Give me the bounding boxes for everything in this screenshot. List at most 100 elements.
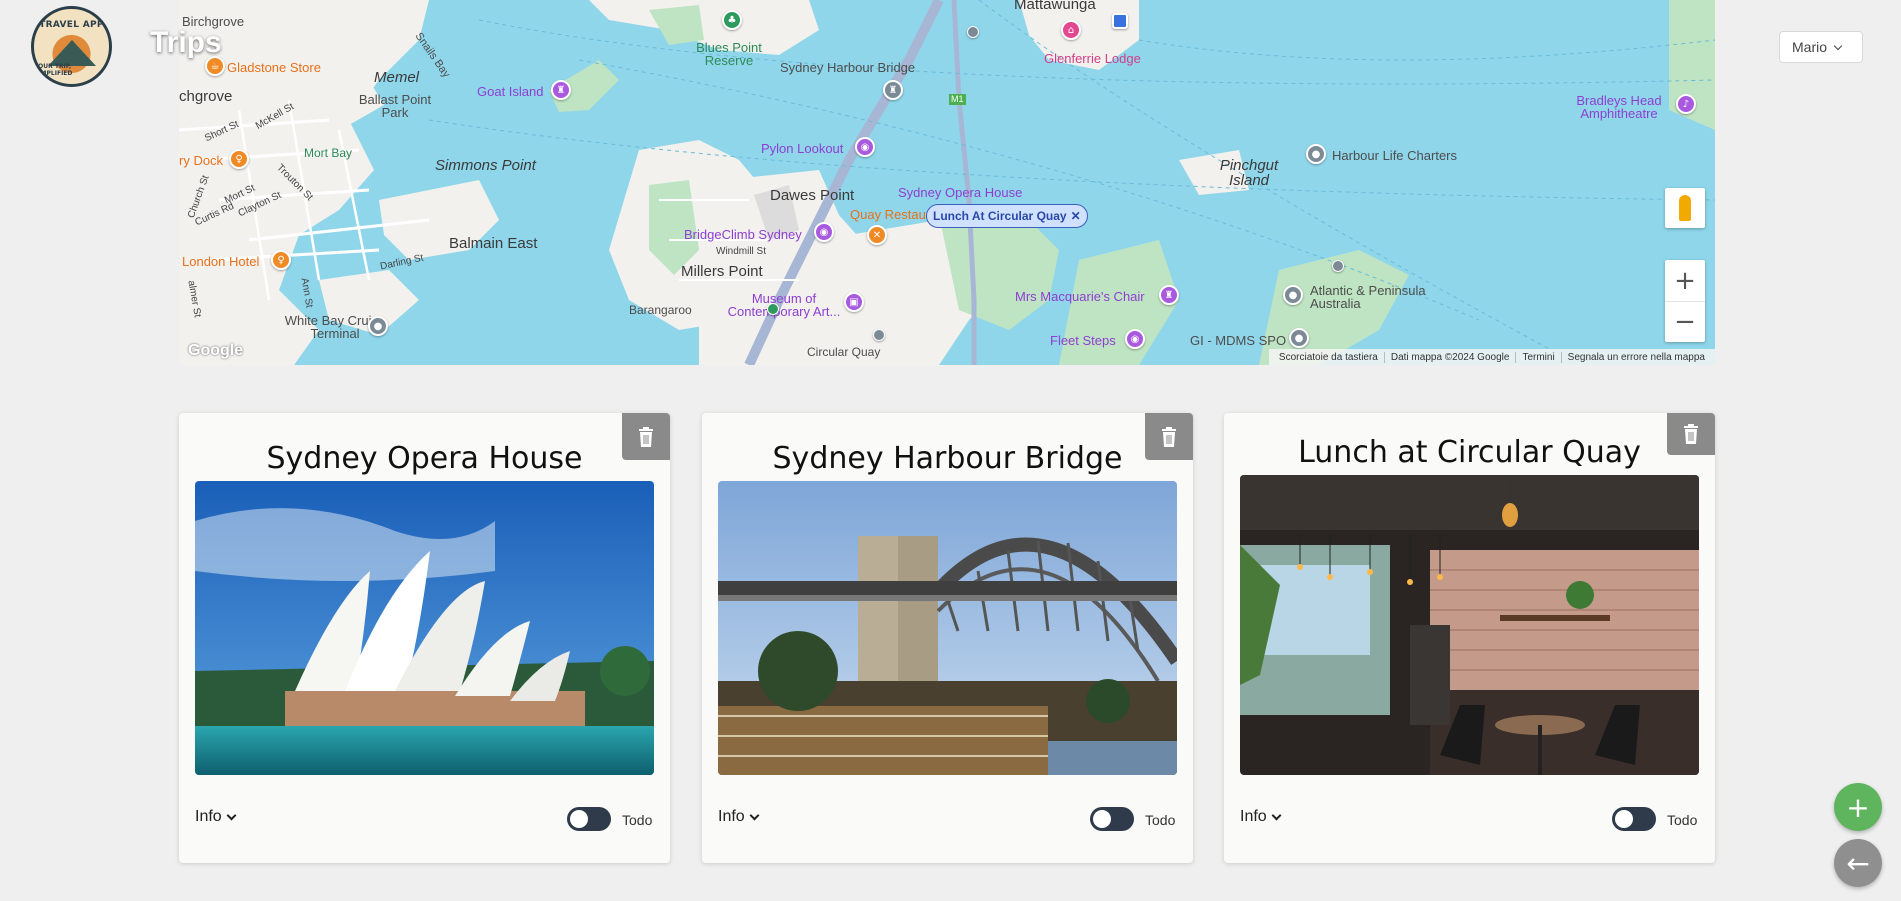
dry-dock-pin-icon[interactable]: ♀ [229,149,249,169]
label-opera-house[interactable]: Sydney Opera House [898,186,1022,199]
page-title: Trips [150,26,222,59]
label-bradleys-head[interactable]: Bradleys Head Amphitheatre [1564,94,1674,120]
app-logo[interactable]: TRAVEL APP YOUR TRIP, SIMPLIFIED [31,6,112,87]
road-badge-m1: M1 [949,94,966,105]
label-museum[interactable]: Museum of Contemporary Art... [719,292,849,318]
trip-card: Sydney Opera House Info Todo [179,413,670,863]
label-gladstone-store[interactable]: Gladstone Store [227,61,321,74]
mrs-macquarie-pin-icon[interactable]: ♜ [1159,285,1179,305]
attrib-shortcuts[interactable]: Scorciatoie da tastiera [1273,351,1385,363]
card-title: Lunch at Circular Quay [1298,435,1641,470]
label-mort-bay: Mort Bay [304,146,353,160]
card-title: Sydney Opera House [266,441,583,476]
white-bay-pin-icon[interactable]: ● [368,316,388,336]
card-photo [718,481,1177,775]
fleet-steps-pin-icon[interactable]: ◉ [1125,329,1145,349]
label-memel: Memel [374,69,420,86]
info-toggle[interactable]: Info [195,808,237,826]
label-fleet-steps[interactable]: Fleet Steps [1050,334,1116,347]
attrib-report-error[interactable]: Segnala un errore nella mappa [1562,352,1711,363]
ferry-stop-icon[interactable] [1332,260,1344,272]
trash-icon [1162,426,1176,447]
barangaroo-metro-icon[interactable] [767,303,779,315]
chevron-down-icon [1833,41,1843,50]
ferry-stop-north-icon[interactable] [967,26,979,38]
todo-switch[interactable] [1612,807,1656,831]
info-label: Info [718,808,745,825]
delete-button[interactable] [1667,413,1715,455]
zoom-out-button[interactable]: − [1665,301,1705,342]
chevron-down-icon [226,810,237,820]
google-logo[interactable]: Google [188,342,243,360]
street-view-pegman-icon[interactable] [1665,188,1705,228]
label-mattawunga: Mattawunga [1014,0,1096,13]
logo-bottom-text: YOUR TRIP, SIMPLIFIED [34,63,73,77]
todo-switch[interactable] [1090,807,1134,831]
restaurant-photo [1240,475,1699,775]
label-circular-quay: Circular Quay [807,345,881,359]
todo-label: Todo [1667,812,1698,828]
label-balmain-east: Balmain East [449,235,538,252]
ferry-stop-quay-icon[interactable] [873,329,885,341]
quay-restaurant-pin-icon[interactable]: ✕ [867,225,887,245]
label-barangaroo: Barangaroo [629,303,692,317]
map-attribution: Scorciatoie da tastiera Dati mappa ©2024… [1268,349,1715,365]
blues-point-pin-icon[interactable]: ♣ [722,10,742,30]
map[interactable]: Mattawunga Birchgrove chgrove Memel Ball… [179,0,1715,365]
todo-switch[interactable] [567,807,611,831]
back-button[interactable]: ← [1834,839,1882,887]
label-harbour-bridge[interactable]: Sydney Harbour Bridge [780,61,915,74]
zoom-in-button[interactable]: + [1665,260,1705,301]
trip-card: Sydney Harbour Bridge Info Todo [702,413,1193,863]
selected-place-chip[interactable]: Lunch At Circular Quay ✕ [926,204,1088,228]
label-gi-mdms[interactable]: GI - MDMS SPO [1190,334,1286,347]
delete-button[interactable] [1145,413,1193,460]
label-harbour-life[interactable]: Harbour Life Charters [1332,149,1457,162]
attrib-map-data: Dati mappa ©2024 Google [1385,351,1517,363]
trip-card: Lunch at Circular Quay Info Todo [1224,413,1715,863]
label-london-hotel[interactable]: London Hotel [182,255,259,268]
info-toggle[interactable]: Info [718,808,760,826]
atlantic-pin-icon[interactable]: ● [1283,285,1303,305]
trash-icon [639,426,653,447]
gi-mdms-pin-icon[interactable]: ● [1289,328,1309,348]
harbour-life-pin-icon[interactable]: ● [1306,144,1326,164]
label-blues-point[interactable]: Blues Point Reserve [694,41,764,67]
label-glenferrie-lodge[interactable]: Glenferrie Lodge [1044,52,1141,65]
label-dry-dock[interactable]: ry Dock [179,154,223,167]
label-dawes-point: Dawes Point [770,187,855,204]
label-goat-island[interactable]: Goat Island [477,85,544,98]
pylon-lookout-pin-icon[interactable]: ◉ [855,137,875,157]
harbour-bridge-pin-icon[interactable]: ♜ [883,80,903,100]
label-simmons-point: Simmons Point [435,157,536,174]
bridgeclimb-pin-icon[interactable]: ◉ [814,222,834,242]
user-dropdown[interactable]: Mario [1779,31,1863,63]
bradleys-head-pin-icon[interactable]: ♪ [1676,94,1696,114]
museum-pin-icon[interactable]: ▣ [844,292,864,312]
info-label: Info [195,808,222,825]
label-ballast-point: Ballast Point Park [358,92,432,120]
delete-button[interactable] [622,413,670,460]
chevron-down-icon [749,810,760,820]
info-label: Info [1240,808,1267,825]
close-icon[interactable]: ✕ [1071,209,1081,223]
card-photo [1240,475,1699,775]
attrib-terms[interactable]: Termini [1516,351,1562,363]
label-mrs-macquarie[interactable]: Mrs Macquarie's Chair [1015,290,1145,303]
chevron-down-icon [1271,810,1282,820]
todo-label: Todo [1145,812,1176,828]
bus-stop-icon[interactable] [1112,13,1128,29]
street-windmill-st: Windmill St [716,246,767,257]
goat-island-pin-icon[interactable]: ♜ [551,80,571,100]
london-hotel-pin-icon[interactable]: ♀ [271,250,291,270]
info-toggle[interactable]: Info [1240,808,1282,826]
harbour-bridge-photo [718,481,1177,775]
label-millers-point: Millers Point [681,263,763,280]
label-atlantic[interactable]: Atlantic & Peninsula Australia [1310,284,1450,310]
label-pylon-lookout[interactable]: Pylon Lookout [761,142,843,155]
add-trip-button[interactable]: + [1834,783,1882,831]
label-bridgeclimb[interactable]: BridgeClimb Sydney [684,228,802,241]
glenferrie-lodge-pin-icon[interactable]: ⌂ [1061,20,1081,40]
label-pinchgut: Pinchgut Island [1219,157,1279,189]
label-quay-restaurant[interactable]: Quay Restau [850,208,926,221]
